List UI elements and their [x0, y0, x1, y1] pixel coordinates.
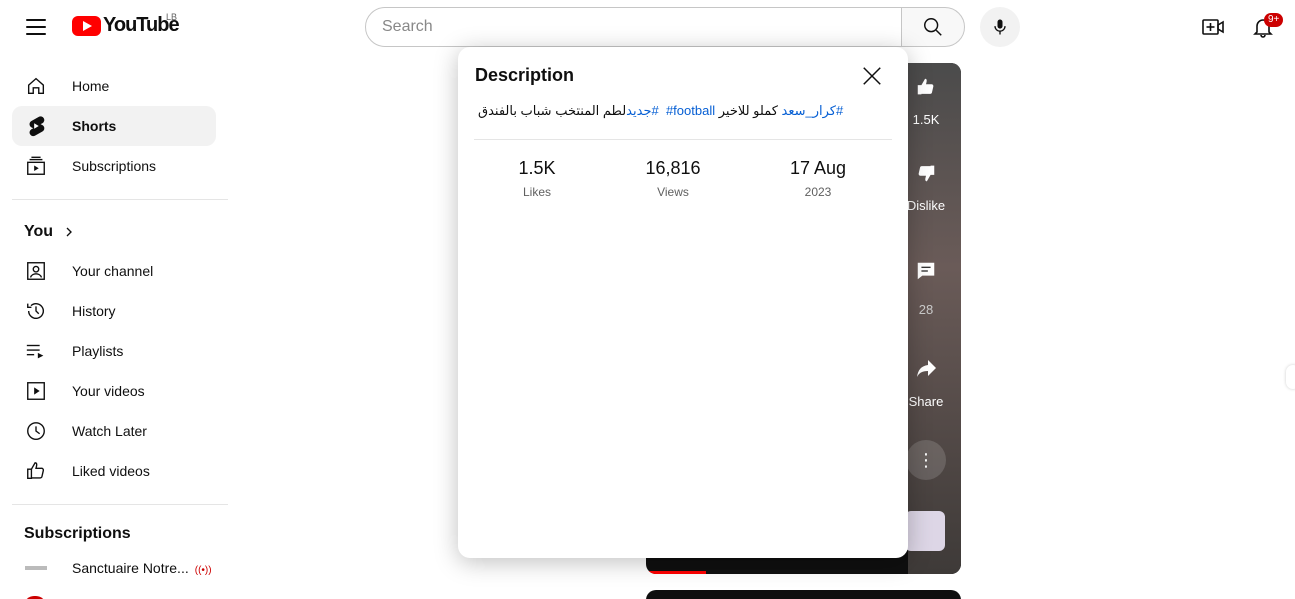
next-short-nav-button[interactable] [1286, 365, 1295, 389]
thumb-up-icon [917, 78, 934, 95]
close-icon [863, 67, 881, 85]
sidebar-item-label: Liked videos [72, 463, 150, 479]
search-icon [924, 18, 942, 36]
sound-thumbnail[interactable] [905, 511, 945, 551]
menu-icon[interactable] [24, 16, 48, 38]
subscriptions-icon [24, 154, 48, 178]
stat-label: 2023 [804, 185, 832, 199]
like-button[interactable]: 1.5K [906, 68, 946, 127]
history-icon [24, 299, 48, 323]
sidebar-item-subscription-channel[interactable]: Sanctuaire Notre... ((•)) [12, 548, 216, 588]
channel-avatar [24, 556, 48, 580]
shorts-progress-bar[interactable] [646, 571, 706, 574]
you-title-text: You [24, 223, 54, 240]
youtube-play-icon [72, 15, 101, 36]
more-vertical-icon: ⋮ [906, 440, 946, 480]
sidebar-item-playlists[interactable]: Playlists [12, 331, 216, 371]
sidebar-item-label: Home [72, 78, 110, 94]
description-text: كملو للاخير [715, 103, 782, 118]
comment-count: 28 [918, 302, 934, 317]
shorts-icon [24, 114, 48, 138]
sidebar-item-label: Subscriptions [72, 158, 157, 174]
country-code: LB [166, 12, 178, 22]
sidebar-item-your-channel[interactable]: Your channel [12, 251, 216, 291]
notification-badge: 9+ [1264, 13, 1284, 27]
chevron-right-icon [66, 227, 72, 237]
sidebar-item-shorts[interactable]: Shorts [12, 106, 216, 146]
sidebar-divider [12, 199, 228, 200]
close-button[interactable] [858, 62, 886, 90]
subscription-label-wrap: Sanctuaire Notre... ((•)) [72, 560, 212, 576]
hashtag-link[interactable]: #كرار_سعد [782, 103, 844, 118]
create-button[interactable] [1200, 14, 1226, 40]
sidebar-item-label: Watch Later [72, 423, 147, 439]
date-stat: 17 Aug 2023 [758, 158, 878, 199]
watch-later-icon [24, 419, 48, 443]
stat-label: Views [657, 185, 689, 199]
sidebar-item-history[interactable]: History [12, 291, 216, 331]
you-section-title[interactable]: You [24, 223, 77, 241]
subscriptions-title-text: Subscriptions [24, 525, 131, 542]
sidebar-item-label: History [72, 303, 116, 319]
dialog-divider [474, 139, 892, 140]
sidebar-item-liked-videos[interactable]: Liked videos [12, 451, 216, 491]
shorts-video-frame [908, 63, 961, 574]
like-count: 1.5K [912, 112, 940, 127]
your-channel-icon [24, 259, 48, 283]
comments-button[interactable]: 28 [906, 258, 946, 317]
stat-value: 17 Aug [789, 158, 847, 178]
video-description: لطم المنتخب شباب بالفندق #جديد #football… [478, 103, 843, 119]
thumb-down-icon [918, 165, 935, 182]
sidebar-item-label: Playlists [72, 343, 124, 359]
youtube-logo[interactable]: YouTube [72, 14, 180, 37]
sidebar-item-subscriptions[interactable]: Subscriptions [12, 146, 216, 186]
microphone-icon [994, 19, 1006, 35]
search-button[interactable] [901, 7, 965, 47]
live-icon: ((•)) [194, 565, 212, 576]
share-button[interactable]: Share [906, 354, 946, 409]
dialog-title: Description [475, 65, 575, 85]
sidebar-item-your-videos[interactable]: Your videos [12, 371, 216, 411]
subscriptions-section-title: Subscriptions [24, 525, 131, 543]
sidebar-item-home[interactable]: Home [12, 66, 216, 106]
description-text: لطم المنتخب شباب بالفندق [478, 103, 627, 118]
comment-icon [917, 262, 935, 280]
next-short-preview[interactable] [646, 590, 961, 599]
create-video-icon [1202, 19, 1224, 35]
voice-search-button[interactable] [980, 7, 1020, 47]
search-input[interactable]: Search [365, 7, 902, 47]
stat-value: 16,816 [645, 158, 701, 178]
more-options-button[interactable]: ⋮ [906, 440, 946, 484]
home-icon [24, 74, 48, 98]
search-placeholder: Search [382, 18, 433, 35]
dislike-label: Dislike [906, 198, 946, 213]
stat-label: Likes [522, 185, 551, 199]
liked-videos-icon [24, 459, 48, 483]
likes-stat: 1.5K Likes [477, 158, 597, 199]
sidebar-item-label: Your videos [72, 383, 145, 399]
sidebar-item-label: Sanctuaire Notre... [72, 560, 189, 576]
sidebar-item-label: Shorts [72, 118, 117, 134]
sidebar: Home Shorts Subscriptions You Your chann… [0, 54, 240, 599]
views-stat: 16,816 Views [613, 158, 733, 199]
sidebar-item-label: Your channel [72, 263, 154, 279]
hashtag-link[interactable]: #جديد [626, 103, 662, 118]
share-icon [917, 360, 936, 377]
description-dialog: Description لطم المنتخب شباب بالفندق #جد… [458, 47, 908, 558]
top-header: YouTube LB Search 9+ [0, 0, 1295, 54]
dislike-button[interactable]: Dislike [906, 158, 946, 213]
your-videos-icon [24, 379, 48, 403]
sidebar-divider [12, 504, 228, 505]
share-label: Share [908, 394, 944, 409]
playlists-icon [24, 339, 48, 363]
stat-value: 1.5K [518, 158, 556, 178]
sidebar-item-watch-later[interactable]: Watch Later [12, 411, 216, 451]
hashtag-link[interactable]: #football [666, 103, 715, 118]
